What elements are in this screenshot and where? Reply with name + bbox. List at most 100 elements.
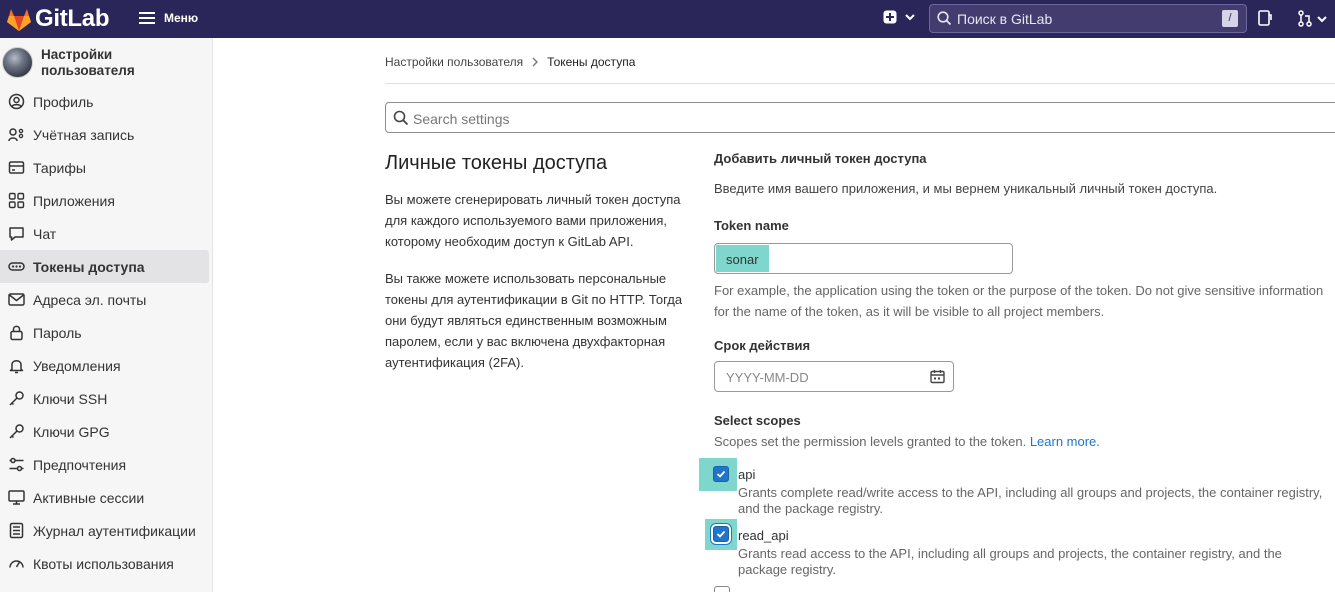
sidebar-item-label: Профиль (33, 93, 94, 110)
search-icon (937, 11, 952, 26)
scopes-label: Select scopes (714, 413, 801, 428)
gitlab-fox-icon (7, 8, 31, 31)
chevron-down-icon (1317, 15, 1327, 22)
sidebar-item-label: Уведомления (33, 357, 121, 374)
sidebar-item-label: Предпочтения (33, 456, 127, 473)
sidebar-item-active-sessions[interactable]: Активные сессии (0, 481, 213, 514)
intro-section: Личные токены доступа Вы можете сгенерир… (385, 152, 685, 389)
sidebar-item-label: Токены доступа (33, 258, 145, 275)
sidebar-item-account[interactable]: Учётная запись (0, 118, 213, 151)
breadcrumb-parent[interactable]: Настройки пользователя (385, 55, 523, 69)
applications-icon (8, 192, 25, 209)
checkmark-icon (716, 530, 726, 538)
chat-icon (9, 227, 24, 241)
form-title: Добавить личный токен доступа (714, 151, 927, 166)
plus-square-icon (883, 10, 897, 24)
scope-api-name: api (738, 467, 756, 482)
sidebar-item-gpg-keys[interactable]: Ключи GPG (0, 415, 213, 448)
issues-icon (1258, 10, 1272, 26)
sidebar-item-label: Ключи GPG (33, 423, 110, 440)
logo-text: GitLab (35, 5, 110, 32)
menu-button[interactable]: Меню (139, 11, 198, 25)
sidebar-item-usage-quotas[interactable]: Квоты использования (0, 547, 213, 580)
settings-search-placeholder: Search settings (413, 111, 510, 127)
sidebar-item-auth-log[interactable]: Журнал аутентификации (0, 514, 213, 547)
checkmark-icon (716, 470, 726, 478)
search-placeholder: Поиск в GitLab (957, 11, 1053, 27)
quota-icon (9, 560, 24, 568)
sidebar-item-ssh-keys[interactable]: Ключи SSH (0, 382, 213, 415)
merge-requests-button[interactable] (1297, 10, 1328, 27)
scope-api-checkbox[interactable] (713, 466, 729, 482)
new-item-dropdown[interactable] (883, 10, 917, 24)
profile-icon (8, 93, 25, 110)
scope-read-api-description: Grants read access to the API, including… (738, 546, 1282, 577)
sidebar-item-preferences[interactable]: Предпочтения (0, 448, 213, 481)
intro-paragraph-1: Вы можете сгенерировать личный токен дос… (385, 192, 681, 249)
intro-paragraph-2: Вы также можете использовать персональны… (385, 271, 683, 370)
log-icon (9, 522, 24, 539)
sidebar-item-label: Тарифы (33, 159, 86, 176)
learn-more-link[interactable]: Learn more. (1030, 434, 1100, 449)
scope-next-checkbox[interactable] (714, 586, 730, 592)
lock-icon (10, 325, 23, 341)
key-icon (9, 424, 24, 439)
chevron-right-icon (532, 57, 539, 67)
sidebar-item-label: Учётная запись (33, 126, 135, 143)
menu-label: Меню (164, 11, 199, 25)
avatar (2, 47, 33, 78)
merge-request-icon (1298, 10, 1312, 27)
sidebar-title: Настройки пользователя (41, 47, 135, 78)
sidebar-item-label: Пароль (33, 324, 82, 341)
sidebar-item-notifications[interactable]: Уведомления (0, 349, 213, 382)
sidebar-header[interactable]: Настройки пользователя (0, 46, 213, 80)
expiry-placeholder: YYYY-MM-DD (726, 370, 809, 385)
search-icon (393, 110, 409, 126)
preferences-icon (9, 457, 24, 472)
billing-icon (8, 161, 25, 174)
sidebar-item-profile[interactable]: Профиль (0, 85, 213, 118)
top-header: GitLab Меню Поиск в GitLab / (0, 0, 1335, 38)
sidebar-item-label: Журнал аутентификации (33, 522, 196, 539)
sidebar-item-chat[interactable]: Чат (0, 217, 213, 250)
sidebar-item-label: Приложения (33, 192, 115, 209)
expiry-date-input[interactable]: YYYY-MM-DD (714, 361, 954, 392)
breadcrumb: Настройки пользователя Токены доступа (385, 55, 635, 69)
divider (385, 83, 1335, 84)
issues-button[interactable] (1257, 10, 1273, 30)
sidebar-item-label: Активные сессии (33, 489, 145, 506)
settings-search-input[interactable]: Search settings (385, 102, 1335, 133)
sidebar-item-label: Квоты использования (33, 555, 174, 572)
token-name-input[interactable]: sonar (714, 243, 1013, 274)
scope-api-description: Grants complete read/write access to the… (738, 485, 1323, 516)
monitor-icon (8, 490, 25, 505)
scope-read-api-name: read_api (738, 528, 789, 543)
hamburger-icon (139, 12, 155, 24)
sidebar-item-access-tokens[interactable]: Токены доступа (0, 250, 209, 283)
sidebar-item-password[interactable]: Пароль (0, 316, 213, 349)
form-description: Введите имя вашего приложения, и мы верн… (714, 181, 1218, 196)
gitlab-search-input[interactable]: Поиск в GitLab / (929, 4, 1247, 33)
sidebar-item-label: Чат (33, 225, 57, 242)
sidebar-item-label: Ключи SSH (33, 390, 108, 407)
settings-sidebar: Настройки пользователя Профиль Учётная з… (0, 38, 213, 592)
sidebar-item-emails[interactable]: Адреса эл. почты (0, 283, 213, 316)
search-shortcut-badge: / (1222, 10, 1238, 27)
token-name-help: For example, the application using the t… (714, 283, 1324, 319)
sidebar-item-billing[interactable]: Тарифы (0, 151, 213, 184)
scopes-help: Scopes set the permission levels granted… (714, 431, 1100, 452)
token-icon (8, 262, 25, 271)
calendar-icon[interactable] (930, 369, 945, 384)
bell-icon (9, 360, 24, 374)
gitlab-logo[interactable]: GitLab (6, 5, 110, 33)
token-name-label: Token name (714, 218, 789, 233)
sidebar-item-label: Адреса эл. почты (33, 291, 147, 308)
token-name-value: sonar (726, 252, 759, 267)
sidebar-nav: Профиль Учётная запись Тарифы Приложения… (0, 85, 213, 580)
sidebar-item-applications[interactable]: Приложения (0, 184, 213, 217)
scope-read-api-checkbox[interactable] (713, 526, 729, 542)
expiry-label: Срок действия (714, 338, 811, 353)
breadcrumb-current: Токены доступа (547, 55, 636, 69)
mail-icon (8, 293, 25, 306)
scopes-help-text: Scopes set the permission levels granted… (714, 434, 1027, 449)
